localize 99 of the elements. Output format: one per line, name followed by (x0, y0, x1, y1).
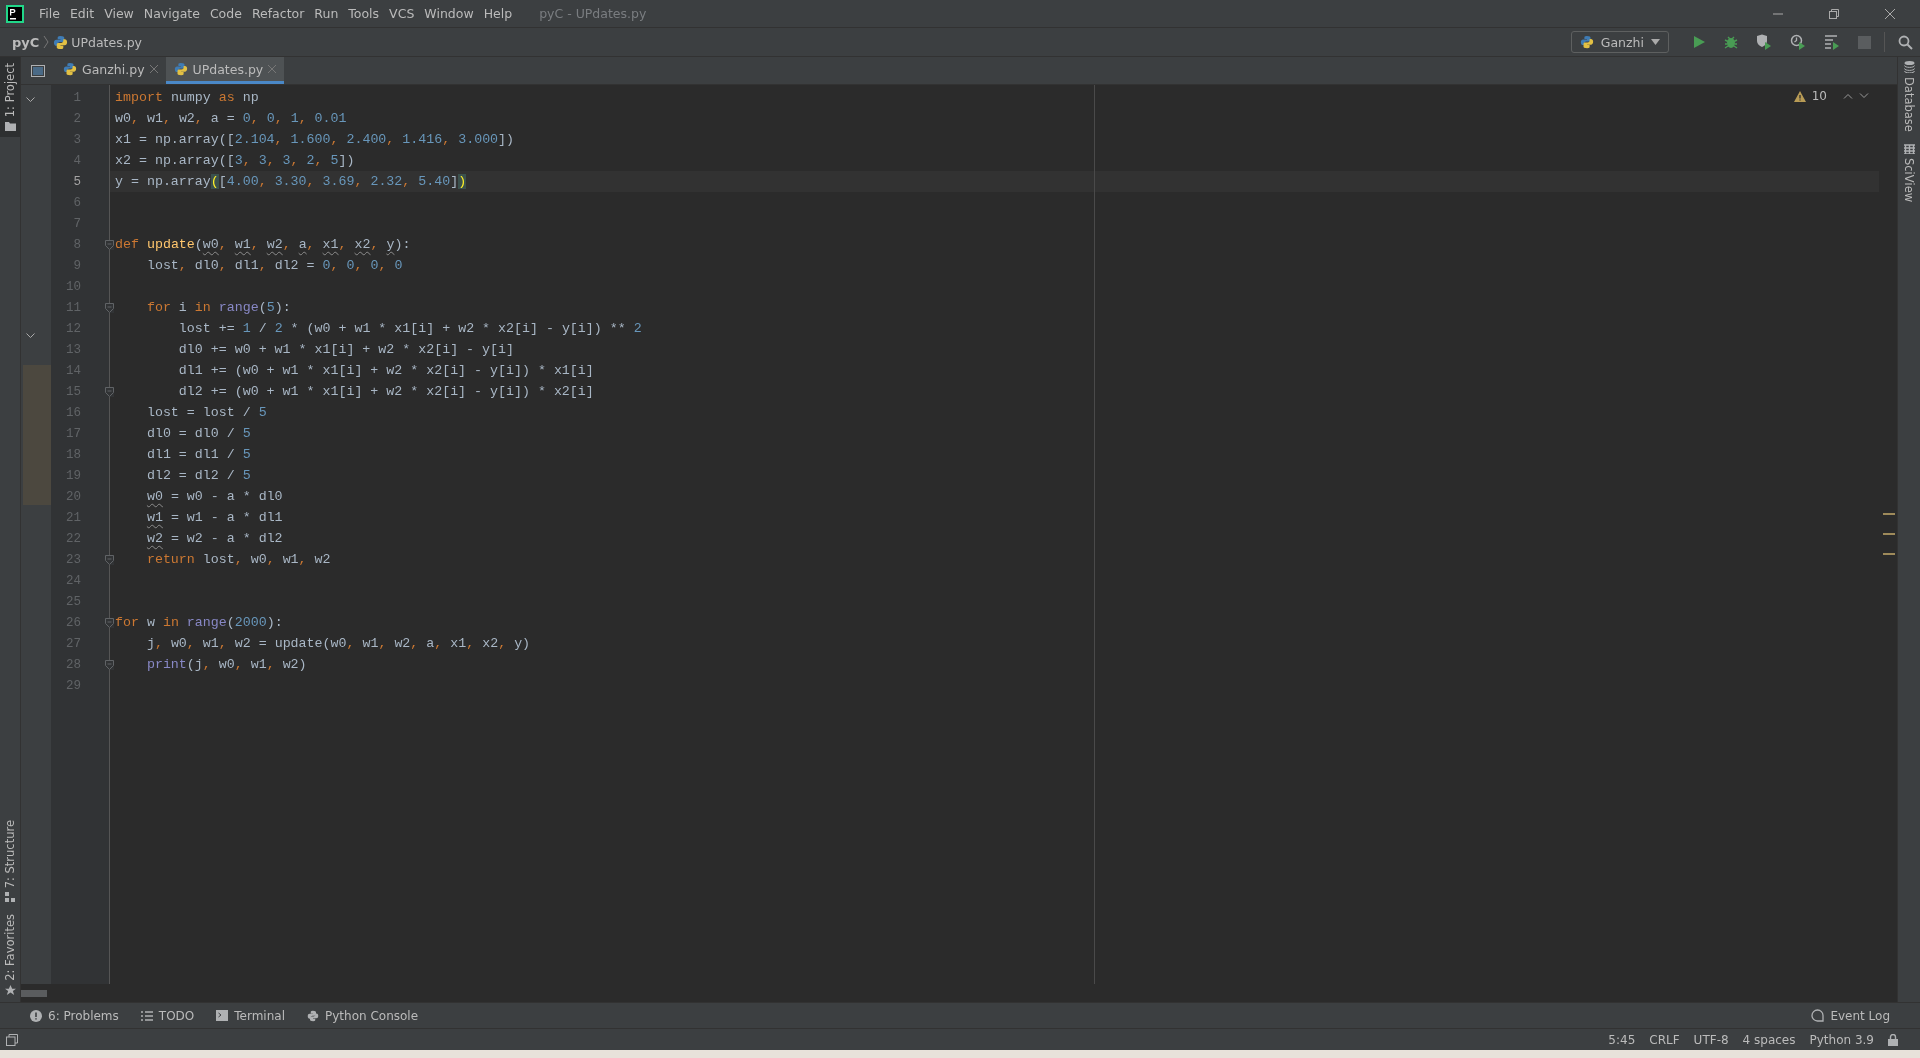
code-line: w2 = w2 - a * dl2 (145, 531, 283, 546)
fold-icon[interactable] (105, 659, 114, 670)
menu-item[interactable]: Code (204, 6, 247, 21)
scrollbar-thumb[interactable] (21, 989, 47, 997)
status-item[interactable]: 4 spaces (1742, 1032, 1796, 1047)
menu-item[interactable]: Refactor (246, 6, 310, 21)
python-file-icon (63, 62, 77, 76)
menu-item[interactable]: Navigate (138, 6, 205, 21)
code-line: lost = lost / 5 (145, 405, 267, 420)
close-icon[interactable] (149, 65, 158, 73)
code-line: dl0 += w0 + w1 * x1[i] + w2 * x2[i] - y[i] (177, 342, 514, 357)
fold-icon[interactable] (105, 239, 114, 250)
fold-icon[interactable] (105, 386, 114, 397)
run-icon[interactable] (1692, 35, 1706, 49)
lock-icon[interactable] (1888, 1033, 1898, 1046)
tool-window-tab[interactable]: SciView (1902, 143, 1916, 202)
code-line: x2 = np.array([3, 3, 3, 2, 5]) (115, 153, 355, 168)
python-icon (307, 1009, 319, 1022)
chevron-down-icon (26, 333, 35, 339)
python-file-icon (173, 62, 188, 76)
window-title: pyC - UPdates.py (539, 6, 647, 21)
event-log-button[interactable]: Event Log (1811, 1008, 1890, 1023)
star-icon (4, 985, 16, 996)
code-line: for w in range(2000): (115, 615, 283, 630)
warning-count[interactable]: 10 (1811, 89, 1827, 103)
code-line: def update(w0, w1, w2, a, x1, x2, y): (115, 237, 411, 252)
code-line: w0 = w0 - a * dl0 (145, 489, 283, 504)
folder-icon (4, 121, 16, 132)
status-item[interactable]: 5:45 (1608, 1032, 1636, 1047)
tool-window-button[interactable]: TODO (140, 1008, 195, 1023)
python-file-icon (1579, 35, 1594, 49)
fold-icon[interactable] (105, 554, 114, 565)
breadcrumb-file[interactable]: UPdates.py (71, 34, 143, 50)
code-line: lost, dl0, dl1, dl2 = 0, 0, 0, 0 (145, 258, 403, 273)
restore-icon[interactable] (1828, 7, 1840, 20)
status-item[interactable]: CRLF (1649, 1032, 1680, 1047)
code-line: dl1 = dl1 / 5 (145, 447, 251, 462)
code-line: y = np.array([4.00, 3.30, 3.69, 2.32, 5.40]) (115, 174, 467, 189)
tool-window-button[interactable]: Terminal (216, 1008, 285, 1023)
bug-icon[interactable] (1724, 35, 1738, 49)
status-item[interactable]: Python 3.9 (1809, 1032, 1874, 1047)
clock-run-icon[interactable] (1790, 34, 1806, 50)
list-icon (140, 1010, 153, 1021)
exclamation-icon (30, 1009, 42, 1022)
run-configuration-dropdown[interactable]: Ganzhi (1570, 31, 1669, 53)
chevron-up-icon[interactable] (1843, 93, 1853, 99)
caret-icon (1651, 39, 1660, 45)
grid-icon (1903, 143, 1915, 154)
python-file-icon (53, 34, 69, 50)
shield-run-icon[interactable] (1756, 34, 1772, 50)
breadcrumb-project[interactable]: pyC (12, 34, 40, 50)
tool-window-tab[interactable]: 2: Favorites (0, 908, 20, 1002)
fold-icon[interactable] (105, 617, 114, 628)
tool-window-tab[interactable]: 1: Project (0, 57, 20, 138)
chevron-down-icon (26, 97, 35, 103)
menu-item[interactable]: Help (478, 6, 518, 21)
chevron-icon (43, 35, 50, 49)
warning-icon[interactable] (1793, 90, 1806, 102)
code-line: x1 = np.array([2.104, 1.600, 2.400, 1.416, 3.000]) (115, 132, 515, 147)
menu-item[interactable]: View (99, 6, 139, 21)
panel-toggle-icon[interactable] (6, 1033, 18, 1046)
code-line: dl0 = dl0 / 5 (145, 426, 251, 441)
terminal-icon (216, 1010, 229, 1021)
code-line: dl2 += (w0 + w1 * x1[i] + w2 * x2[i] - y[i]) * x2[i] (177, 384, 594, 399)
menu-item[interactable]: File (34, 6, 65, 21)
close-icon[interactable] (1884, 7, 1896, 20)
code-line: dl2 = dl2 / 5 (145, 468, 251, 483)
status-item[interactable]: UTF-8 (1693, 1032, 1729, 1047)
code-line: lost += 1 / 2 * (w0 + w1 * x1[i] + w2 * x2[i] - y[i]) ** 2 (177, 321, 642, 336)
code-line: import numpy as np (115, 90, 259, 105)
menu-item[interactable]: VCS (384, 6, 420, 21)
structure-icon (5, 892, 15, 903)
editor-tab[interactable]: UPdates.py (165, 57, 285, 84)
search-icon[interactable] (1898, 34, 1913, 50)
menu-item[interactable]: Window (419, 6, 479, 21)
line-number: 5 (72, 174, 81, 189)
menu-item[interactable]: Tools (343, 6, 385, 21)
tool-window-button[interactable]: Python Console (307, 1008, 419, 1023)
speech-bubble-icon (1811, 1009, 1825, 1022)
code-line: for i in range(5): (145, 300, 291, 315)
menu-item[interactable]: Run (309, 6, 344, 21)
code-line: print(j, w0, w1, w2) (145, 657, 307, 672)
code-line: w1 = w1 - a * dl1 (145, 510, 283, 525)
code-line: dl1 += (w0 + w1 * x1[i] + w2 * x2[i] - y[i]) * x1[i] (177, 363, 594, 378)
editor-tab[interactable]: Ganzhi.py (55, 57, 166, 84)
tool-window-tab[interactable]: Database (1902, 61, 1916, 132)
tool-window-tab[interactable]: 7: Structure (0, 813, 20, 909)
code-line: return lost, w0, w1, w2 (145, 552, 331, 567)
menu-item[interactable]: Edit (64, 6, 100, 21)
code-line: w0, w1, w2, a = 0, 0, 1, 0.01 (115, 111, 347, 126)
panel-icon[interactable] (31, 64, 45, 77)
run-list-icon[interactable] (1824, 34, 1840, 50)
tool-window-button[interactable]: 6: Problems (30, 1008, 119, 1023)
code-line: j, w0, w1, w2 = update(w0, w1, w2, a, x1, x2, y) (145, 636, 531, 651)
stop-icon[interactable] (1858, 35, 1871, 49)
app-logo-icon (6, 4, 24, 23)
database-icon (1903, 61, 1915, 73)
chevron-down-icon[interactable] (1859, 93, 1869, 99)
fold-icon[interactable] (105, 302, 114, 313)
